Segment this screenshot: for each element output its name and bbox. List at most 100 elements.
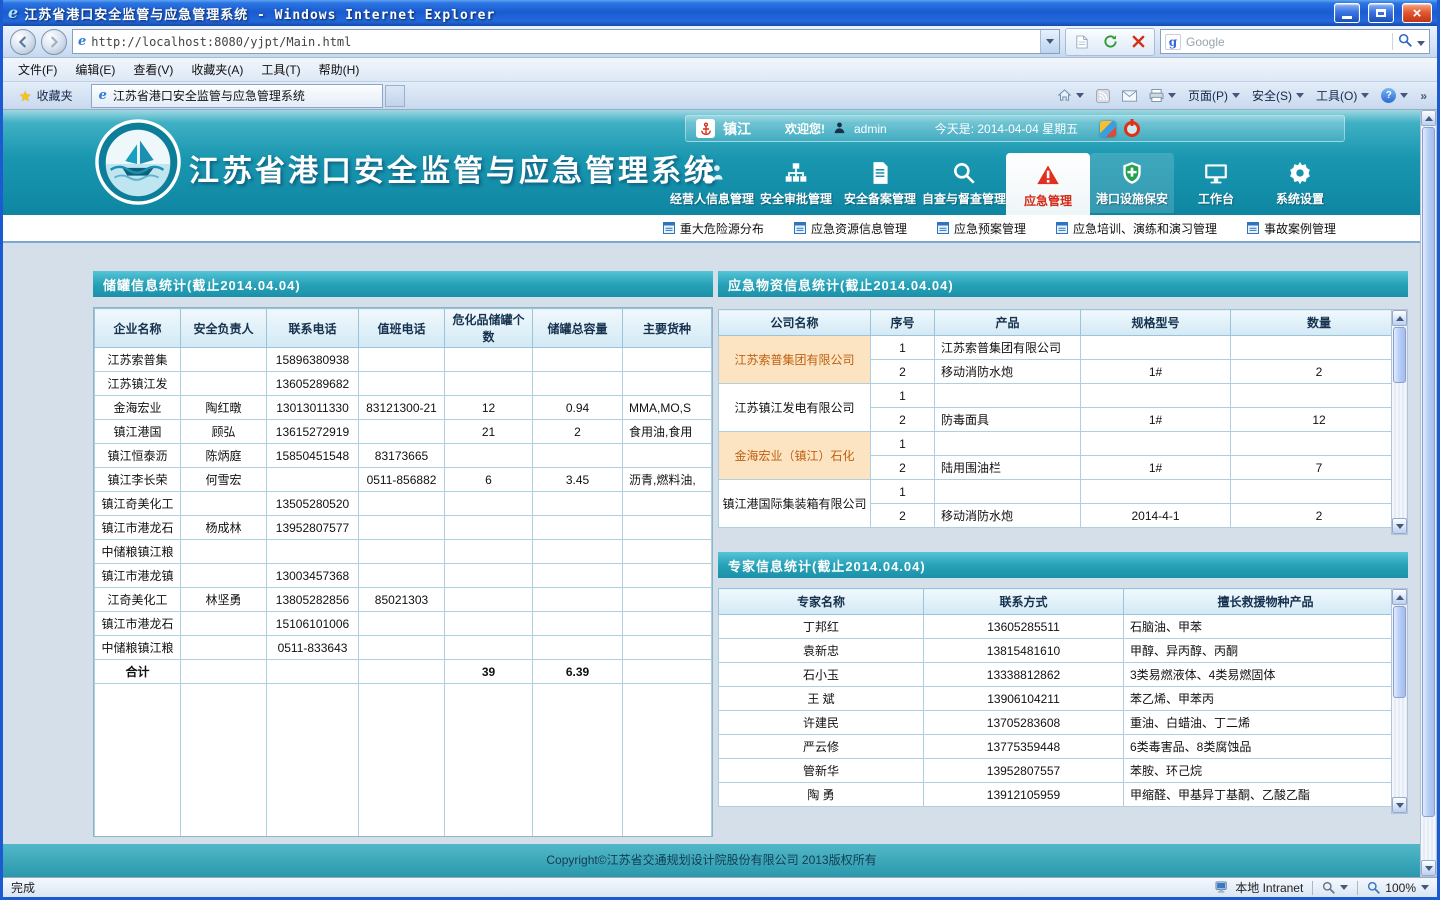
cell <box>181 492 267 516</box>
cell: 15896380938 <box>267 348 359 372</box>
cell <box>533 588 623 612</box>
cell <box>181 612 267 636</box>
subnav-item-label: 重大危险源分布 <box>680 220 764 237</box>
window-titlebar[interactable]: e 江苏省港口安全监管与应急管理系统 - Windows Internet Ex… <box>3 0 1437 26</box>
cell <box>533 372 623 396</box>
anchor-icon <box>696 119 715 138</box>
table-row: 镇江奇美化工13505280520 <box>95 492 712 516</box>
new-tab-button[interactable] <box>385 85 405 107</box>
cell <box>359 684 445 838</box>
search-input[interactable]: Google <box>1186 35 1387 49</box>
logout-power-icon[interactable] <box>1124 121 1140 137</box>
scroll-up-icon[interactable] <box>1392 589 1407 605</box>
minimize-button[interactable] <box>1334 3 1360 23</box>
cell <box>359 372 445 396</box>
menu-file[interactable]: 文件(F) <box>9 58 66 81</box>
address-bar[interactable]: e http://localhost:8080/yjpt/Main.html <box>72 29 1060 54</box>
search-magnifier-icon[interactable] <box>1398 33 1412 50</box>
doc-icon <box>794 222 806 234</box>
zoom-level[interactable]: 100% <box>1367 881 1429 895</box>
nav-item-gear[interactable]: 系统设置 <box>1258 153 1342 213</box>
read-mail-button[interactable] <box>1122 90 1137 102</box>
nav-item-monitor[interactable]: 工作台 <box>1174 153 1258 213</box>
cell: 1# <box>1081 408 1231 432</box>
column-header: 值班电话 <box>359 309 445 348</box>
nav-item-orgchart[interactable]: 安全审批管理 <box>754 153 838 213</box>
cell: 镇江奇美化工 <box>95 492 181 516</box>
scroll-down-icon[interactable] <box>1392 797 1407 813</box>
intranet-zone[interactable]: 本地 Intranet <box>1215 879 1303 896</box>
nav-item-users[interactable]: 经营人信息管理 <box>670 153 754 213</box>
warning-icon <box>1035 162 1061 188</box>
menu-favorites[interactable]: 收藏夹(A) <box>182 58 252 81</box>
compatibility-view-button[interactable] <box>1069 30 1095 54</box>
nav-item-label: 自查与督查管理 <box>922 190 1006 207</box>
subnav-item-label: 应急资源信息管理 <box>811 220 907 237</box>
scroll-thumb[interactable] <box>1422 127 1435 817</box>
feeds-button[interactable] <box>1096 89 1110 103</box>
search-options-dropdown[interactable] <box>1417 35 1425 49</box>
nav-item-warning[interactable]: 应急管理 <box>1006 153 1090 215</box>
cell <box>623 372 712 396</box>
cell <box>445 492 533 516</box>
forward-button[interactable] <box>41 29 67 55</box>
menu-view[interactable]: 查看(V) <box>124 58 182 81</box>
scroll-thumb[interactable] <box>1393 327 1406 383</box>
table-row: 江苏索普集15896380938 <box>95 348 712 372</box>
address-dropdown[interactable] <box>1040 30 1059 53</box>
nav-item-shield[interactable]: 港口设施保安 <box>1090 153 1174 213</box>
favorites-button[interactable]: ★ 收藏夹 <box>9 83 83 108</box>
stop-button[interactable] <box>1125 30 1151 54</box>
nav-item-search[interactable]: 自查与督查管理 <box>922 153 1006 213</box>
home-button[interactable] <box>1057 88 1084 103</box>
scroll-down-icon[interactable] <box>1421 860 1436 876</box>
table-row: 管新华13952807557苯胺、环己烷 <box>719 759 1408 783</box>
experts-table-wrap: 专家名称联系方式擅长救援物种产品 丁邦红13605285511石脑油、甲苯袁新忠… <box>718 588 1408 814</box>
supplies-scrollbar[interactable] <box>1391 309 1408 535</box>
scroll-thumb[interactable] <box>1393 606 1406 698</box>
maximize-button[interactable] <box>1368 3 1394 23</box>
menu-tools[interactable]: 工具(T) <box>252 58 309 81</box>
cell: 管新华 <box>719 759 924 783</box>
url-text[interactable]: http://localhost:8080/yjpt/Main.html <box>91 35 1035 49</box>
subnav-item-0[interactable]: 重大危险源分布 <box>663 220 764 237</box>
subnav-item-1[interactable]: 应急资源信息管理 <box>794 220 907 237</box>
overflow-chevron-icon[interactable]: » <box>1420 89 1427 103</box>
cell: 13605289682 <box>267 372 359 396</box>
cell: 6类毒害品、8类腐蚀品 <box>1124 735 1408 759</box>
refresh-button[interactable] <box>1097 30 1123 54</box>
page-menu[interactable]: 页面(P) <box>1188 87 1240 104</box>
menu-help[interactable]: 帮助(H) <box>310 58 369 81</box>
date-text: 今天是: 2014-04-04 星期五 <box>935 120 1078 137</box>
back-button[interactable] <box>10 29 36 55</box>
cell: 石小玉 <box>719 663 924 687</box>
cell: 中储粮镇江粮 <box>95 540 181 564</box>
welcome-text: 欢迎您! <box>785 120 825 137</box>
header-row: 公司名称序号产品规格型号数量 <box>719 310 1408 336</box>
main-scrollbar[interactable] <box>1420 110 1437 877</box>
tools-menu[interactable]: 工具(O) <box>1316 87 1369 104</box>
experts-scrollbar[interactable] <box>1391 588 1408 814</box>
print-button[interactable] <box>1149 89 1176 102</box>
scroll-up-icon[interactable] <box>1392 310 1407 326</box>
tab-active[interactable]: e 江苏省港口安全监管与应急管理系统 <box>91 84 383 108</box>
search-box[interactable]: g Google <box>1160 29 1430 54</box>
safety-menu[interactable]: 安全(S) <box>1252 87 1304 104</box>
scroll-down-icon[interactable] <box>1392 518 1407 534</box>
document-icon <box>867 160 893 186</box>
subnav-item-2[interactable]: 应急预案管理 <box>937 220 1026 237</box>
nav-item-document[interactable]: 安全备案管理 <box>838 153 922 213</box>
cell: 杨成林 <box>181 516 267 540</box>
table-row: 王 斌13906104211苯乙烯、甲苯丙 <box>719 687 1408 711</box>
cell: 陶 勇 <box>719 783 924 807</box>
computer-icon <box>1215 881 1230 894</box>
zoom-tools[interactable] <box>1322 881 1348 894</box>
theme-icon[interactable] <box>1100 121 1116 137</box>
menu-edit[interactable]: 编辑(E) <box>66 58 124 81</box>
subnav-item-3[interactable]: 应急培训、演练和演习管理 <box>1056 220 1217 237</box>
scroll-up-icon[interactable] <box>1421 110 1436 126</box>
subnav-item-4[interactable]: 事故案例管理 <box>1247 220 1336 237</box>
monitor-icon <box>1203 160 1229 186</box>
help-button[interactable]: ? <box>1381 88 1408 103</box>
close-button[interactable]: × <box>1402 3 1432 23</box>
